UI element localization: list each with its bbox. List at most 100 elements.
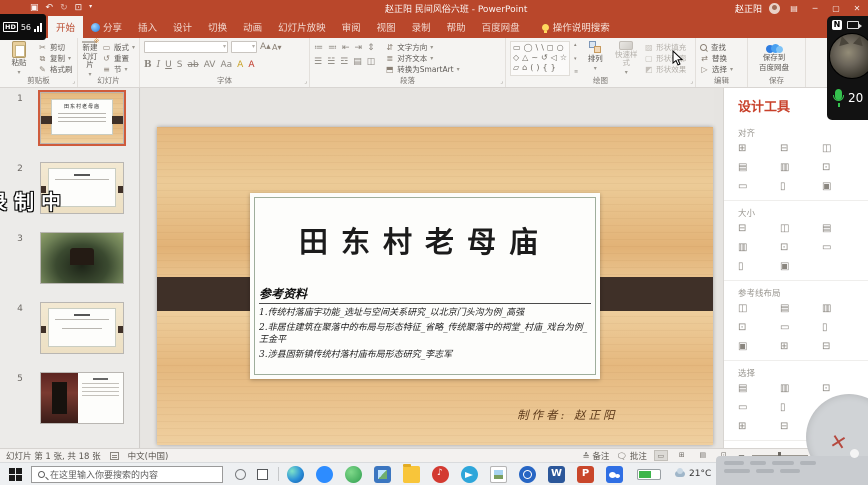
section-button[interactable]: ≡节▾ [102, 64, 135, 75]
参考线布局-tool-icon[interactable]: ▤ [780, 304, 822, 314]
strikethrough-icon[interactable]: ab [187, 60, 198, 70]
webcam-overlay-panel[interactable]: N 20 [827, 16, 868, 120]
tell-me-search[interactable]: 操作说明搜索 [542, 16, 610, 38]
find-button[interactable]: 查找 [700, 42, 733, 53]
ribbon-tab-分享[interactable]: 分享 [83, 16, 130, 38]
align-right-icon[interactable]: ☲ [340, 57, 348, 67]
shape-icon[interactable]: ◯ [524, 43, 533, 53]
layout-button[interactable]: ▭版式▾ [102, 42, 135, 53]
font-color-icon[interactable]: A [248, 60, 254, 70]
close-icon[interactable]: ✕ [850, 4, 864, 13]
对齐-tool-icon[interactable]: ▤ [738, 163, 780, 173]
shape-icon[interactable]: ( [530, 63, 533, 73]
toolbar-handle[interactable] [850, 449, 859, 458]
大小-tool-icon[interactable]: ▯ [738, 262, 780, 272]
taskbar-app-telegram[interactable] [461, 466, 478, 483]
webcam-video-bubble[interactable] [829, 33, 868, 79]
taskbar-app-gallery[interactable] [490, 466, 507, 483]
shape-icon[interactable]: ) [536, 63, 539, 73]
shape-icon[interactable]: ~ [531, 53, 538, 63]
对齐-tool-icon[interactable]: ▥ [780, 163, 822, 173]
ribbon-tab-切换[interactable]: 切换 [200, 16, 235, 38]
taskbar-app-ppt[interactable] [577, 466, 594, 483]
slide-sorter-view-button[interactable]: ⊞ [675, 450, 689, 461]
ribbon-tab-百度网盘[interactable]: 百度网盘 [474, 16, 528, 38]
cut-button[interactable]: ✂剪切 [38, 42, 73, 53]
underline-icon[interactable]: U [165, 60, 172, 70]
ribbon-tab-审阅[interactable]: 审阅 [334, 16, 369, 38]
shape-icon[interactable]: ⌂ [522, 63, 527, 73]
camera-icon[interactable] [847, 21, 859, 29]
numbering-icon[interactable]: ≕ [328, 43, 337, 53]
选择-tool-icon[interactable]: ⊡ [822, 384, 864, 394]
taskbar-app-clock[interactable] [519, 466, 536, 483]
line-spacing-icon[interactable]: ⇕ [367, 43, 375, 53]
account-avatar[interactable] [769, 3, 780, 14]
bullets-icon[interactable]: ≔ [314, 43, 323, 53]
cortana-button[interactable] [235, 469, 246, 480]
对齐-tool-icon[interactable]: ▯ [780, 182, 822, 192]
slide-thumbnail-5[interactable] [40, 372, 124, 424]
shape-icon[interactable]: ▱ [513, 63, 519, 73]
font-dialog-launcher[interactable]: ⌟ [304, 78, 307, 85]
normal-view-button[interactable]: ▭ [654, 450, 668, 461]
copy-button[interactable]: ⧉复制▾ [38, 53, 73, 64]
shape-icon[interactable]: ◇ [513, 53, 519, 63]
参考线布局-tool-icon[interactable]: ▯ [822, 323, 864, 333]
start-slideshow-icon[interactable]: ⊡ [75, 3, 83, 13]
change-case-icon[interactable]: Aa [220, 60, 232, 70]
text-direction-button[interactable]: ⇵文字方向▾ [385, 42, 459, 53]
对齐-tool-icon[interactable]: ▭ [738, 182, 780, 192]
slide-title[interactable]: 田东村老母庙 [250, 219, 600, 261]
slide-card[interactable]: 田东村老母庙 参考资料 1.传统村落庙宇功能_选址与空间关系研究_以北京门头沟为… [250, 193, 600, 379]
increase-font-icon[interactable]: A▴ [260, 42, 269, 52]
slide-thumbnail-3[interactable] [40, 232, 124, 284]
shape-icon[interactable]: { [542, 63, 547, 73]
shape-icon[interactable]: ◁ [551, 53, 557, 63]
taskbar-app-meeting[interactable] [316, 466, 333, 483]
references-block[interactable]: 参考资料 1.传统村落庙宇功能_选址与空间关系研究_以北京门头沟为例_高强2.非… [259, 285, 591, 361]
taskbar-app-photos[interactable] [374, 466, 391, 483]
ribbon-tab-设计[interactable]: 设计 [165, 16, 200, 38]
replace-button[interactable]: ⇄替换 [700, 53, 733, 64]
shadow-icon[interactable]: S [177, 60, 183, 70]
shape-icon[interactable]: \ [541, 43, 544, 53]
current-slide[interactable]: 田东村老母庙 参考资料 1.传统村落庙宇功能_选址与空间关系研究_以北京门头沟为… [157, 127, 713, 445]
taskbar-app-netdisk[interactable] [606, 466, 623, 483]
paste-button[interactable]: 粘贴 ▾ [4, 41, 34, 76]
选择-tool-icon[interactable]: ▭ [738, 403, 780, 413]
highlight-icon[interactable]: A [237, 60, 243, 70]
reading-view-button[interactable]: ▤ [696, 450, 710, 461]
taskbar-app-music[interactable] [432, 466, 449, 483]
start-button[interactable] [9, 468, 22, 481]
language-indicator[interactable]: 中文(中国) [128, 450, 169, 462]
taskbar-app-wechat[interactable] [345, 466, 362, 483]
comments-toggle[interactable]: 🗨 批注 [616, 450, 647, 462]
ribbon-tab-录制[interactable]: 录制 [404, 16, 439, 38]
increase-indent-icon[interactable]: ⇥ [355, 43, 363, 53]
大小-tool-icon[interactable]: ▤ [822, 224, 864, 234]
new-slide-button[interactable]: 新建 幻灯片 ▾ [82, 41, 98, 76]
maximize-icon[interactable]: ▢ [829, 4, 843, 13]
decrease-font-icon[interactable]: A▾ [272, 43, 281, 52]
font-name-combobox[interactable] [144, 41, 228, 53]
minimize-icon[interactable]: ─ [808, 4, 822, 13]
大小-tool-icon[interactable]: ⊟ [738, 224, 780, 234]
account-name[interactable]: 赵正阳 [735, 2, 762, 15]
大小-tool-icon[interactable]: ▭ [822, 243, 864, 253]
ribbon-tab-视图[interactable]: 视图 [369, 16, 404, 38]
columns-icon[interactable]: ◫ [367, 57, 376, 67]
参考线布局-tool-icon[interactable]: ⊞ [780, 342, 822, 352]
参考线布局-tool-icon[interactable]: ⊟ [822, 342, 864, 352]
taskbar-app-word[interactable] [548, 466, 565, 483]
ribbon-display-options-icon[interactable]: ▤ [787, 4, 801, 13]
ribbon-tab-动画[interactable]: 动画 [235, 16, 270, 38]
选择-tool-icon[interactable]: ⊞ [738, 422, 780, 432]
nvidia-overlay-icon[interactable]: N [832, 20, 842, 30]
qat-more-icon[interactable]: ▾ [89, 3, 92, 13]
taskbar-search[interactable]: 在这里输入你要搜索的内容 [31, 466, 223, 483]
justify-icon[interactable]: ▤ [353, 57, 362, 67]
参考线布局-tool-icon[interactable]: ◫ [738, 304, 780, 314]
shape-icon[interactable]: ▭ [513, 43, 521, 53]
shape-icon[interactable]: } [551, 63, 556, 73]
